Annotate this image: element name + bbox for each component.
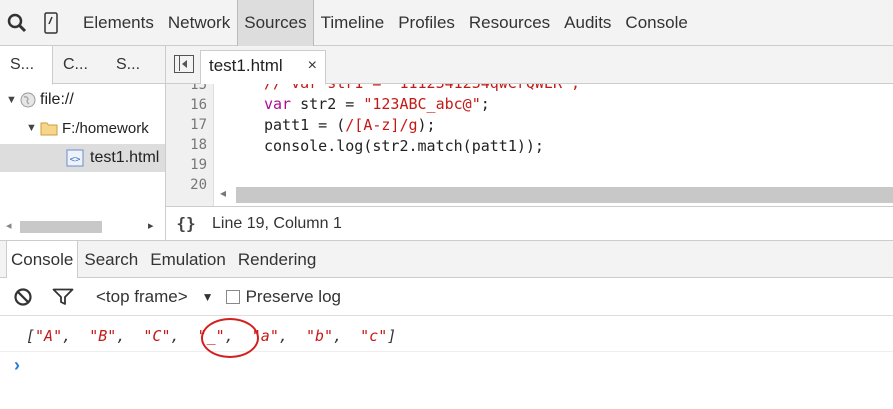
scroll-thumb[interactable]	[236, 187, 893, 203]
code-token: patt1 = (	[264, 116, 346, 134]
svg-text:<>: <>	[70, 155, 81, 165]
drawer-tab-rendering[interactable]: Rendering	[232, 241, 322, 278]
code-token: ;	[480, 95, 490, 113]
editor-scrollbar[interactable]: ◂	[214, 184, 893, 206]
panel-tabs: Elements Network Sources Timeline Profiles Re…	[76, 0, 695, 46]
tree-item-file[interactable]: <> test1.html	[0, 144, 165, 172]
triangle-down-icon[interactable]: ▼	[6, 94, 18, 106]
annotation-circle	[201, 318, 259, 358]
tab-elements[interactable]: Elements	[76, 0, 161, 46]
device-mode-icon[interactable]	[34, 0, 68, 46]
drawer-tab-search[interactable]: Search	[78, 241, 144, 278]
scroll-thumb[interactable]	[20, 221, 102, 233]
pretty-print-button[interactable]: {}	[166, 214, 206, 233]
tab-sources[interactable]: Sources	[237, 0, 314, 46]
tab-console[interactable]: Console	[618, 0, 694, 46]
toggle-navigator-icon[interactable]	[174, 55, 194, 73]
tree-item-folder[interactable]: ▼ F:/homework	[0, 114, 165, 142]
result-item: "C"	[143, 327, 171, 345]
editor-tabbar: test1.html ×	[166, 46, 893, 85]
code-line: var str2 = "123ABC_abc@";	[264, 95, 490, 113]
line-number: 20	[190, 177, 207, 193]
tree-item-origin[interactable]: ▼ file://	[0, 86, 165, 114]
line-number: 15	[190, 84, 207, 93]
line-number: 18	[190, 137, 207, 153]
tab-profiles[interactable]: Profiles	[391, 0, 462, 46]
navigator-tabs: S... C... S...	[0, 46, 165, 85]
result-item: "A"	[35, 327, 63, 345]
line-number-gutter: 15 16 17 18 19 20	[166, 84, 214, 206]
cursor-position: Line 19, Column 1	[212, 214, 342, 232]
line-number: 16	[190, 97, 207, 113]
scroll-right-icon[interactable]: ▸	[148, 219, 154, 232]
drawer-tab-emulation[interactable]: Emulation	[144, 241, 232, 278]
code-token: console.log(str2.match(patt1));	[264, 137, 544, 155]
globe-icon	[20, 92, 36, 108]
scroll-left-icon[interactable]: ◂	[6, 219, 12, 232]
code-line: patt1 = (/[A-z]/g);	[264, 116, 436, 134]
close-icon[interactable]: ×	[308, 51, 317, 81]
code-token: str2 =	[291, 95, 364, 113]
frame-selector[interactable]: <top frame>	[96, 287, 188, 307]
tree-item-label: test1.html	[90, 149, 160, 166]
drawer-tabs: Console Search Emulation Rendering	[0, 240, 893, 278]
tab-audits[interactable]: Audits	[557, 0, 618, 46]
navigator-tab-1[interactable]: S...	[0, 46, 53, 85]
code-line: console.log(str2.match(patt1));	[264, 137, 544, 155]
tab-resources[interactable]: Resources	[462, 0, 557, 46]
navigator-tab-3[interactable]: S...	[106, 46, 159, 84]
preserve-log-label: Preserve log	[245, 286, 341, 306]
editor-statusbar: {} Line 19, Column 1	[166, 206, 893, 240]
folder-icon	[40, 121, 58, 136]
code-token: /[A-z]/g	[345, 116, 418, 134]
tab-timeline[interactable]: Timeline	[314, 0, 392, 46]
code-token: var	[264, 95, 292, 113]
code-token: "123ABC_abc@"	[363, 95, 481, 113]
result-item: "B"	[89, 327, 117, 345]
tab-network[interactable]: Network	[161, 0, 237, 46]
chevron-down-icon[interactable]: ▼	[202, 290, 214, 304]
search-icon[interactable]	[0, 0, 34, 46]
code-token: // var str1 = "1112341234qwerQWER";	[264, 84, 580, 92]
code-line: // var str1 = "1112341234qwerQWER";	[264, 84, 580, 92]
drawer-tab-console[interactable]: Console	[6, 241, 79, 278]
console-message: ["A", "B", "C", "_", "a", "b", "c"]	[0, 316, 893, 358]
sources-navigator: S... C... S... ▼ file:// ▼ F:/homework <> …	[0, 46, 166, 240]
preserve-log-checkbox[interactable]	[225, 289, 240, 304]
scroll-left-icon[interactable]: ◂	[220, 186, 226, 200]
code-token: );	[417, 116, 436, 134]
html-file-icon: <>	[66, 149, 84, 167]
line-number: 17	[190, 117, 207, 133]
navigator-tab-2[interactable]: C...	[53, 46, 106, 84]
console-prompt-icon[interactable]: ›	[14, 355, 20, 376]
clear-console-icon[interactable]	[6, 287, 40, 307]
navigator-scrollbar[interactable]: ◂ ▸	[0, 216, 165, 238]
result-item: "c"	[360, 327, 388, 345]
file-tab-label: test1.html	[209, 56, 283, 75]
filter-icon[interactable]	[46, 288, 80, 306]
line-number: 19	[190, 157, 207, 173]
tree-item-label: file://	[40, 91, 74, 108]
triangle-down-icon[interactable]: ▼	[26, 122, 38, 134]
editor-file-tab[interactable]: test1.html ×	[200, 50, 326, 85]
console-toolbar: <top frame> ▼ Preserve log	[0, 278, 893, 316]
code-editor[interactable]: // var str1 = "1112341234qwerQWER"; var s…	[214, 84, 893, 184]
result-item: "b"	[305, 327, 334, 345]
tree-item-label: F:/homework	[62, 119, 149, 137]
devtools-toolbar: Elements Network Sources Timeline Profiles Re…	[0, 0, 893, 46]
